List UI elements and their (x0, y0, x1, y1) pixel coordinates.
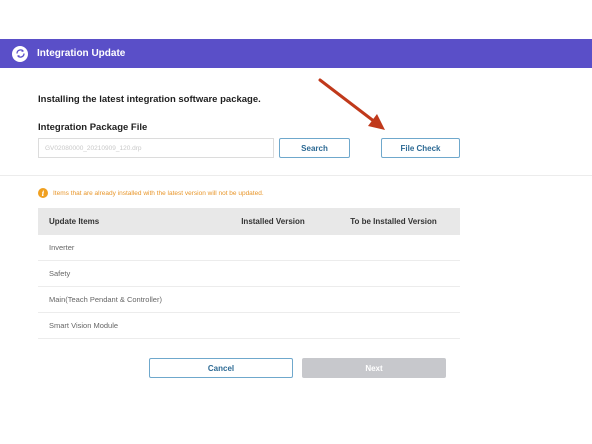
table-header: Update Items Installed Version To be Ins… (38, 208, 460, 235)
sync-icon (12, 45, 28, 62)
column-header-to-be-installed-version: To be Installed Version (350, 217, 437, 226)
section-divider (0, 175, 592, 176)
table-row: Main(Teach Pendant & Controller) (38, 287, 460, 313)
cancel-button[interactable]: Cancel (149, 358, 293, 378)
page-subtitle: Installing the latest integration softwa… (38, 94, 261, 105)
dialog-header: Integration Update (0, 39, 592, 68)
notice-text: Items that are already installed with th… (53, 189, 264, 197)
package-file-input[interactable] (38, 138, 274, 158)
column-header-update-items: Update Items (49, 217, 100, 226)
row-item-name: Safety (49, 269, 71, 278)
row-item-name: Main(Teach Pendant & Controller) (49, 295, 162, 304)
file-check-button[interactable]: File Check (381, 138, 460, 158)
row-item-name: Inverter (49, 243, 75, 252)
update-items-table: Update Items Installed Version To be Ins… (38, 208, 460, 339)
search-button[interactable]: Search (279, 138, 350, 158)
dialog-title: Integration Update (37, 48, 126, 59)
arrow-shaft (318, 78, 377, 124)
arrow-head (368, 114, 385, 130)
update-notice: i Items that are already installed with … (38, 188, 264, 198)
next-button[interactable]: Next (302, 358, 446, 378)
table-row: Inverter (38, 235, 460, 261)
table-row: Smart Vision Module (38, 313, 460, 339)
package-file-label: Integration Package File (38, 122, 148, 133)
info-icon: i (38, 188, 48, 198)
table-row: Safety (38, 261, 460, 287)
column-header-installed-version: Installed Version (241, 217, 305, 226)
row-item-name: Smart Vision Module (49, 321, 119, 330)
